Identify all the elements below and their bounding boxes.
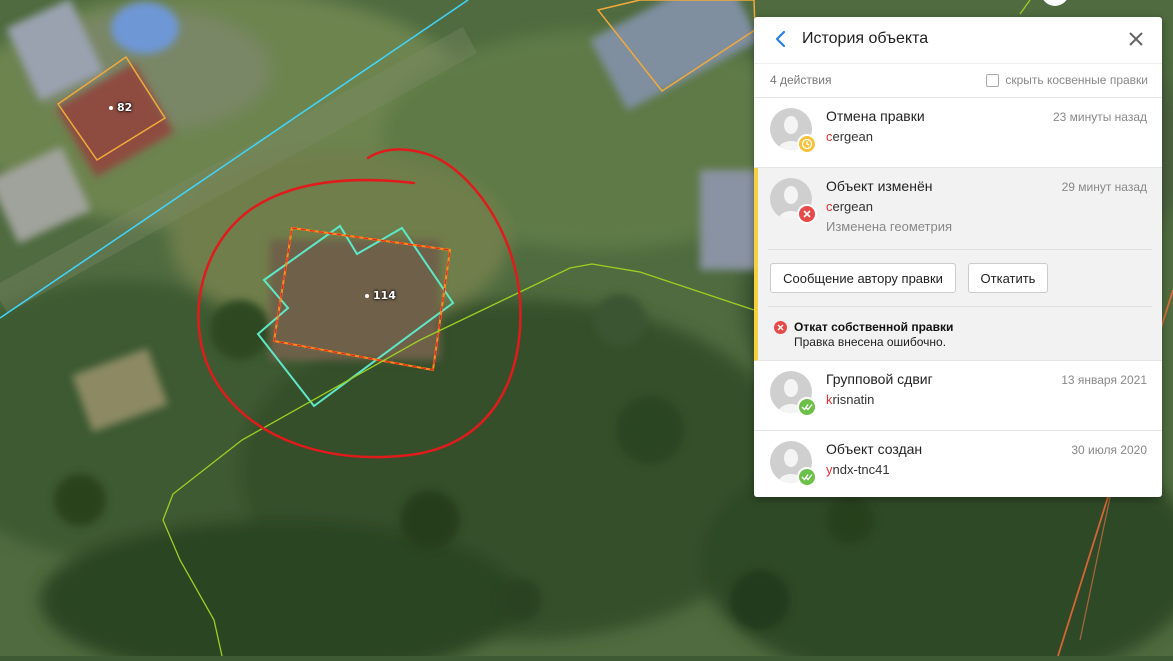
divider [768, 306, 1152, 307]
author-rest: ergean [832, 199, 873, 214]
entry-author[interactable]: krisnatin [826, 392, 874, 407]
revert-button[interactable]: Откатить [968, 263, 1048, 293]
entry-time: 23 минуты назад [1052, 110, 1147, 124]
entry-author[interactable]: cergean [826, 129, 873, 144]
parcel-number: 114 [373, 289, 396, 302]
entry-title: Групповой сдвиг [826, 371, 933, 387]
entry-time: 13 января 2021 [1061, 373, 1147, 387]
history-entry-selected[interactable]: Объект изменён cergean 29 минут назад Из… [754, 168, 1162, 361]
entry-time: 30 июля 2020 [1071, 443, 1147, 457]
history-entry[interactable]: Отмена правки cergean 23 минуты назад [754, 98, 1162, 168]
back-chevron-icon[interactable] [772, 29, 790, 49]
entry-time: 29 минут назад [1061, 180, 1147, 194]
panel-header: История объекта [754, 17, 1162, 64]
hide-indirect-checkbox[interactable]: скрыть косвенные правки [986, 73, 1148, 87]
author-rest: ergean [832, 129, 873, 144]
history-subheader: 4 действия скрыть косвенные правки [754, 64, 1162, 98]
entry-title: Отмена правки [826, 108, 925, 124]
entry-author[interactable]: yndx-tnc41 [826, 462, 890, 477]
checkbox-box[interactable] [986, 73, 1000, 87]
revert-info-desc: Правка внесена ошибочно. [794, 335, 947, 349]
entry-title: Объект изменён [826, 178, 933, 194]
message-author-button[interactable]: Сообщение автору правки [770, 263, 956, 293]
author-rest: risnatin [832, 392, 875, 407]
entry-author[interactable]: cergean [826, 199, 873, 214]
point-icon [365, 294, 369, 298]
entry-title: Объект создан [826, 441, 923, 457]
history-entry[interactable]: Объект создан yndx-tnc41 30 июля 2020 [754, 431, 1162, 497]
double-check-icon [797, 397, 817, 417]
object-history-panel: История объекта 4 действия скрыть косвен… [754, 17, 1162, 497]
revert-info-title: Откат собственной правки [794, 320, 954, 334]
parcel-number: 82 [117, 101, 133, 114]
double-check-icon [797, 467, 817, 487]
panel-title: История объекта [802, 30, 929, 47]
clock-icon [797, 134, 817, 154]
actions-count: 4 действия [770, 73, 832, 87]
parcel-label-82[interactable]: 82 [109, 101, 132, 114]
point-icon [109, 106, 113, 110]
hide-indirect-label: скрыть косвенные правки [1005, 73, 1148, 87]
error-x-icon [774, 321, 787, 334]
history-entry[interactable]: Групповой сдвиг krisnatin 13 января 2021 [754, 361, 1162, 431]
close-icon[interactable] [1126, 29, 1146, 49]
divider [768, 249, 1152, 250]
x-icon [797, 204, 817, 224]
author-rest: ndx-tnc41 [832, 462, 890, 477]
entry-note: Изменена геометрия [826, 219, 953, 234]
parcel-label-114[interactable]: 114 [365, 289, 396, 302]
